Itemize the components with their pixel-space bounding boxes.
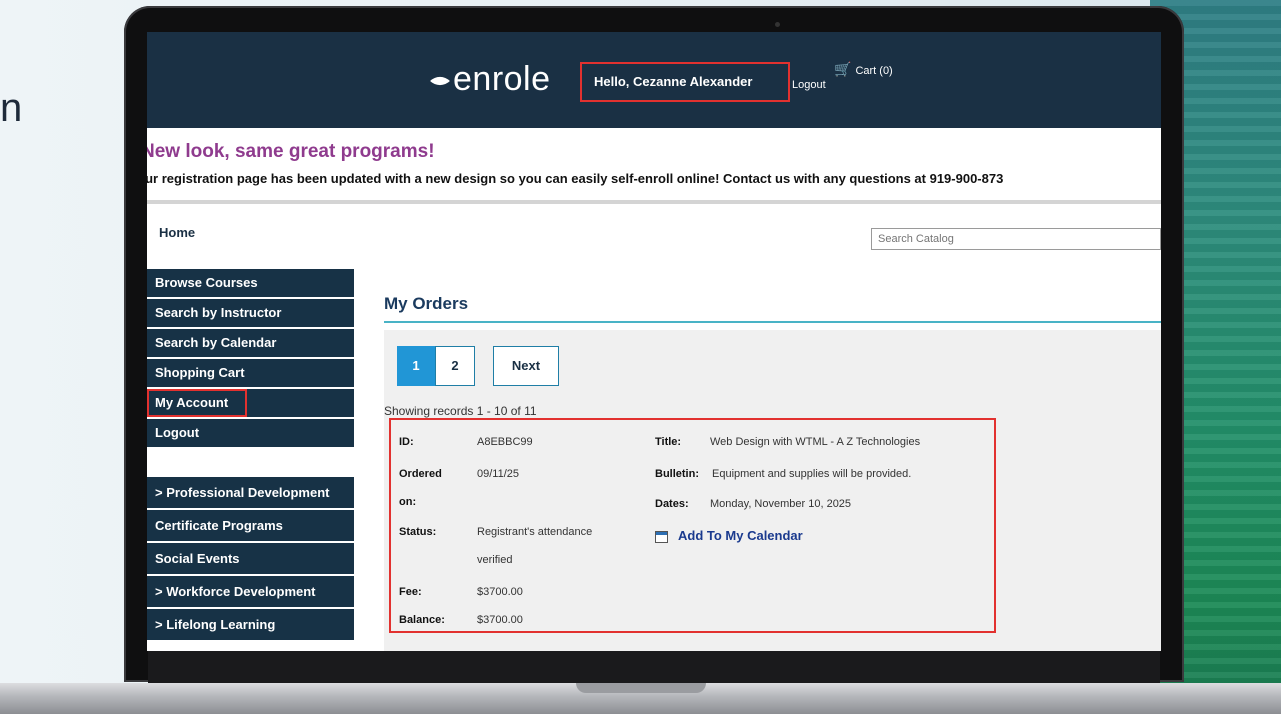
laptop-notch — [576, 683, 706, 693]
ordered-on-label-line1: Ordered — [399, 468, 442, 480]
sidebar-item-search-by-instructor[interactable]: Search by Instructor — [147, 299, 354, 327]
header-logout-link[interactable]: Logout — [792, 79, 826, 91]
logo-text: enrole — [453, 60, 551, 98]
banner-text: Our registration page has been updated w… — [147, 171, 1004, 186]
laptop-bezel-bottom — [148, 651, 1160, 683]
site-logo[interactable]: enrole — [430, 60, 551, 99]
bulletin-label: Bulletin: — [655, 468, 699, 480]
sidebar-category-social-events[interactable]: Social Events — [147, 543, 354, 574]
camera-dot — [775, 22, 780, 27]
user-greeting: Hello, Cezanne Alexander — [580, 62, 790, 102]
banner-divider — [147, 200, 1161, 204]
sidebar-item-browse-courses[interactable]: Browse Courses — [147, 269, 354, 297]
balance-value: $3700.00 — [477, 614, 523, 626]
sidebar-item-logout[interactable]: Logout — [147, 419, 354, 447]
sidebar-category-professional-development[interactable]: > Professional Development — [147, 477, 354, 508]
calendar-icon — [655, 531, 668, 543]
sidebar-item-shopping-cart[interactable]: Shopping Cart — [147, 359, 354, 387]
order-id-value: A8EBBC99 — [477, 436, 533, 448]
sidebar-category-workforce-development[interactable]: > Workforce Development — [147, 576, 354, 607]
order-card: ID: A8EBBC99 Ordered on: 09/11/25 Status… — [389, 418, 996, 633]
sidebar-item-my-account[interactable]: My Account — [147, 389, 354, 417]
title-underline — [384, 321, 1161, 323]
cart-link[interactable]: 🛒 Cart (0) — [834, 61, 893, 78]
banner-title: New look, same great programs! — [147, 141, 435, 162]
ordered-on-label-line2: on: — [399, 496, 417, 508]
title-label: Title: — [655, 436, 682, 448]
pagination: 1 2 Next — [397, 346, 559, 386]
next-page-button[interactable]: Next — [493, 346, 559, 386]
page-2-button[interactable]: 2 — [435, 346, 475, 386]
cart-icon: 🛒 — [834, 61, 852, 77]
bulletin-value: Equipment and supplies will be provided. — [712, 468, 912, 480]
status-value-line2: verified — [477, 554, 513, 566]
orders-panel: 1 2 Next Showing records 1 - 10 of 11 ID: … — [384, 330, 1161, 651]
page-1-button[interactable]: 1 — [397, 346, 435, 386]
dates-value: Monday, November 10, 2025 — [710, 498, 852, 510]
status-value-line1: Registrant's attendance — [477, 526, 593, 538]
browser-screen: enrole Hello, Cezanne Alexander Logout 🛒… — [147, 32, 1161, 651]
search-catalog-input[interactable] — [871, 228, 1161, 250]
balance-label: Balance: — [399, 614, 445, 626]
home-link[interactable]: Home — [159, 225, 195, 240]
sidebar: Browse Courses Search by Instructor Sear… — [147, 269, 354, 642]
cart-label: Cart (0) — [855, 65, 893, 77]
leaf-icon — [430, 71, 450, 91]
sidebar-item-search-by-calendar[interactable]: Search by Calendar — [147, 329, 354, 357]
sidebar-category-certificate-programs[interactable]: Certificate Programs — [147, 510, 354, 541]
title-value: Web Design with WTML - A Z Technologies — [710, 436, 921, 448]
fee-value: $3700.00 — [477, 586, 523, 598]
page-title: My Orders — [384, 294, 469, 313]
dates-label: Dates: — [655, 498, 689, 510]
status-label: Status: — [399, 526, 437, 538]
add-to-calendar-link[interactable]: Add To My Calendar — [678, 528, 803, 543]
ordered-on-value: 09/11/25 — [477, 468, 520, 480]
background-letter: n — [0, 86, 23, 130]
site-header: enrole Hello, Cezanne Alexander Logout 🛒… — [147, 32, 1161, 128]
order-id-label: ID: — [399, 436, 414, 448]
fee-label: Fee: — [399, 586, 422, 598]
sidebar-category-lifelong-learning[interactable]: > Lifelong Learning — [147, 609, 354, 640]
records-count: Showing records 1 - 10 of 11 — [384, 404, 537, 418]
